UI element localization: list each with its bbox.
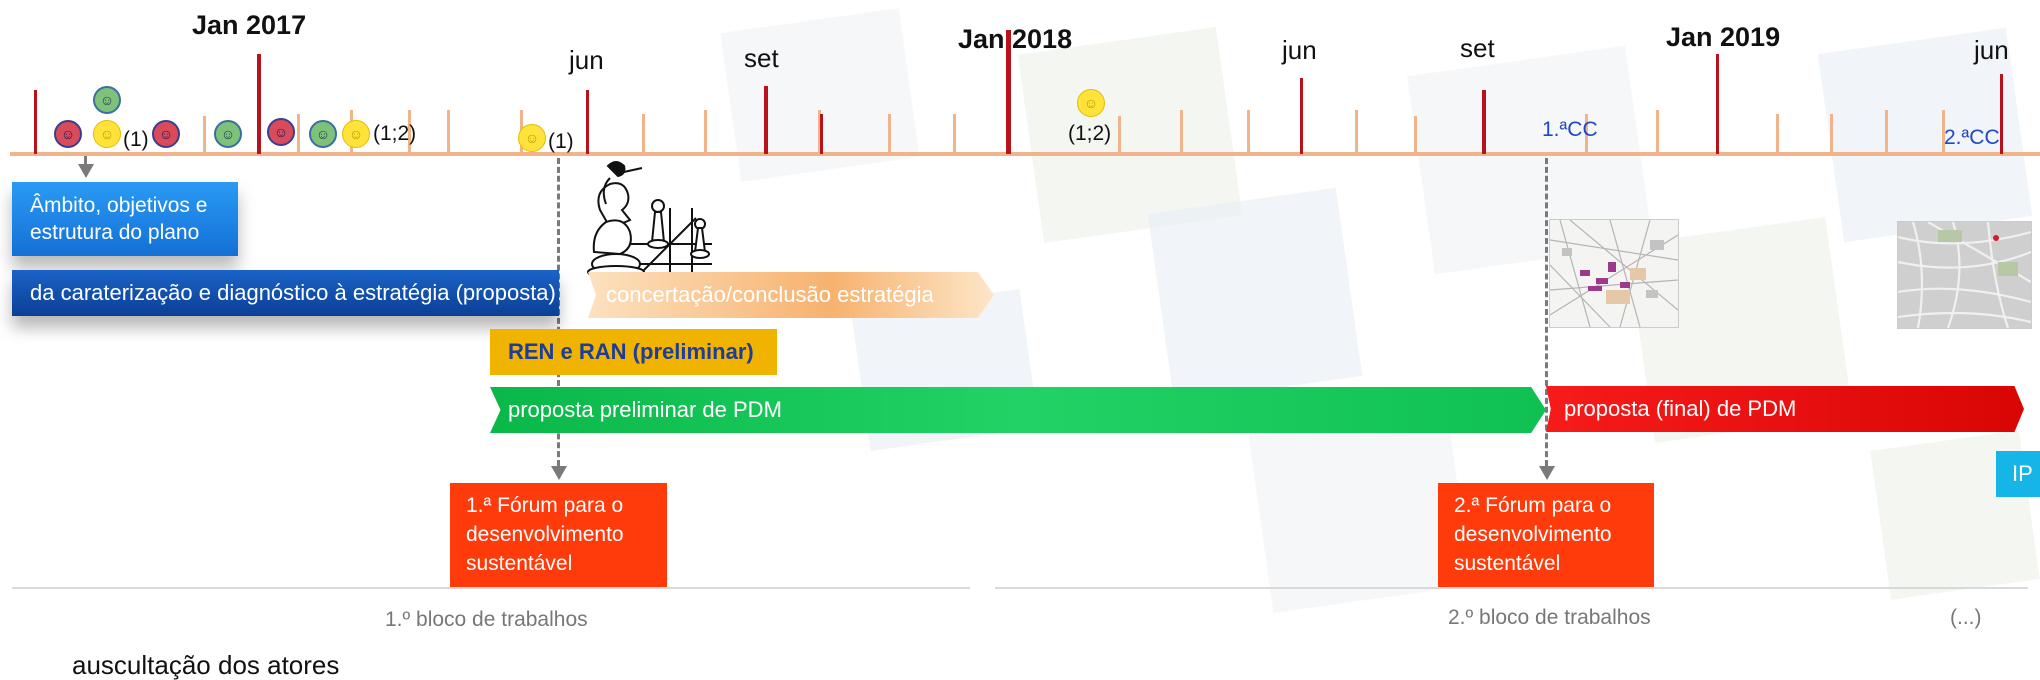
minor-tick [1414, 116, 1417, 154]
forum-1-box: 1.ª Fórum para o desenvolvimento sustent… [450, 483, 667, 587]
major-tick [820, 114, 823, 154]
yellow-smiley-icon: ☺ [342, 120, 370, 148]
month-label: jun [1974, 35, 2009, 65]
major-tick [1716, 54, 1719, 154]
cc-marker: 1.ªCC [1542, 118, 1598, 141]
phase-ip: IP [1996, 451, 2040, 497]
yellow-smiley-icon: ☺ [93, 120, 121, 148]
red-smiley-icon: ☺ [267, 118, 295, 146]
month-label: set [1460, 33, 1495, 63]
chess-pieces-icon [587, 161, 712, 278]
green-smiley-icon: ☺ [309, 120, 337, 148]
yellow-smiley-icon: ☺ [1077, 89, 1105, 117]
major-tick [257, 54, 261, 154]
major-tick [34, 90, 37, 154]
block-divider [12, 587, 970, 589]
forum-2-box: 2.ª Fórum para o desenvolvimento sustent… [1438, 483, 1654, 587]
minor-tick [704, 110, 707, 154]
minor-tick [297, 114, 300, 154]
major-tick [586, 90, 589, 154]
minor-tick [447, 110, 450, 154]
footnote-marker: (1;2) [1068, 122, 1112, 145]
footnote-marker: (1;2) [373, 122, 417, 145]
phase-concertacao: concertação/conclusão estratégia [588, 272, 994, 318]
yellow-smiley-icon: ☺ [518, 124, 546, 152]
block-divider [995, 587, 2028, 589]
footnote-marker: (1) [548, 130, 574, 153]
phase-proposta-final: proposta (final) de PDM [1546, 386, 2024, 432]
arrow-line [84, 156, 87, 164]
timeline-axis [10, 152, 2040, 156]
minor-tick [1885, 110, 1888, 154]
month-label: jun [569, 45, 604, 75]
green-smiley-icon: ☺ [93, 86, 121, 114]
timeline-diagram: Jan 2017 Jan 2018 Jan 2019 jun set jun s… [0, 0, 2040, 680]
major-tick [764, 86, 768, 154]
year-label: Jan 2018 [958, 24, 1073, 54]
minor-tick [1118, 116, 1121, 154]
minor-tick [1656, 110, 1659, 154]
minor-tick [1247, 110, 1250, 154]
minor-tick [203, 116, 206, 154]
map-thumbnail-icon [1549, 219, 1679, 328]
phase-ambito: Âmbito, objetivos e estrutura do plano [12, 182, 238, 256]
arrow-down-icon [78, 164, 94, 178]
year-label: Jan 2019 [1666, 22, 1781, 52]
minor-tick [1355, 110, 1358, 154]
year-label: Jan 2017 [192, 10, 307, 40]
major-tick [1300, 78, 1303, 154]
minor-tick [1830, 114, 1833, 154]
arrow-down-icon [1539, 466, 1555, 480]
block-label: 1.º bloco de trabalhos [385, 608, 588, 631]
phase-proposta-preliminar: proposta preliminar de PDM [490, 387, 1546, 433]
footer-legend-label: auscultação dos atores [72, 650, 340, 680]
block-continuation: (...) [1950, 606, 1982, 629]
major-tick [2000, 74, 2003, 154]
minor-tick [642, 114, 645, 154]
block-label: 2.º bloco de trabalhos [1448, 606, 1651, 629]
minor-tick [953, 114, 956, 154]
red-smiley-icon: ☺ [54, 120, 82, 148]
red-smiley-icon: ☺ [152, 120, 180, 148]
minor-tick [1180, 110, 1183, 154]
month-label: set [744, 43, 779, 73]
major-tick [1482, 90, 1486, 154]
green-smiley-icon: ☺ [214, 120, 242, 148]
dashed-guide [1545, 158, 1548, 466]
footnote-marker: (1) [123, 128, 149, 151]
phase-caraterizacao: da caraterização e diagnóstico à estraté… [12, 270, 559, 316]
cc-marker: 2.ªCC [1944, 126, 2000, 149]
phase-ren-ran: REN e RAN (preliminar) [490, 329, 777, 375]
month-label: jun [1282, 35, 1317, 65]
arrow-down-icon [551, 466, 567, 480]
background-tile [1147, 187, 1363, 403]
map-thumbnail-icon [1897, 221, 2032, 329]
minor-tick [1776, 114, 1779, 154]
minor-tick [888, 114, 891, 154]
